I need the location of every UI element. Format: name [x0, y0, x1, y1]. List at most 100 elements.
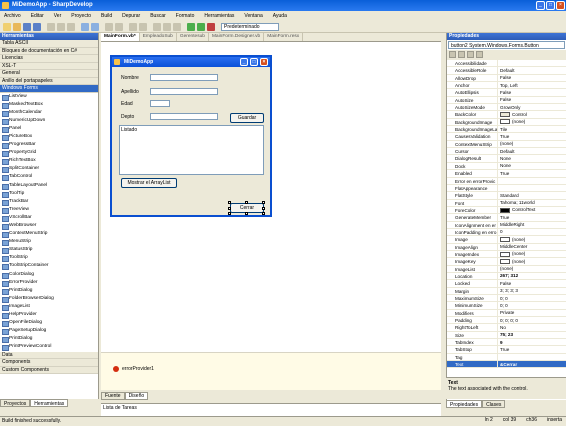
tray-component[interactable]: errorProvider1	[113, 366, 154, 372]
resize-handle[interactable]	[228, 212, 231, 215]
property-value[interactable]	[498, 178, 566, 184]
property-row[interactable]: IconAlignment en er MiddleRight	[447, 221, 566, 229]
property-row[interactable]: Size 75; 23	[447, 331, 566, 340]
tool-item[interactable]: ProgressBar	[0, 141, 98, 150]
property-value[interactable]: &Cerrar	[498, 361, 566, 367]
property-value[interactable]: 0; 0	[498, 302, 566, 308]
tab-gerentesub[interactable]: Gerentesub	[177, 33, 209, 41]
property-value[interactable]: False	[498, 89, 566, 95]
tab-diseno[interactable]: Diseño	[124, 392, 149, 400]
property-value[interactable]: False	[498, 97, 566, 103]
indent-icon[interactable]	[139, 23, 147, 31]
tool-item[interactable]: MenuStrip	[0, 238, 98, 247]
property-row[interactable]: MaximumSize 0; 0	[447, 295, 566, 303]
property-row[interactable]: Cursor Default	[447, 148, 566, 156]
run-icon[interactable]	[197, 23, 205, 31]
textbox-depto[interactable]	[150, 113, 218, 120]
textbox-edad[interactable]	[150, 100, 170, 107]
cut-icon[interactable]	[47, 23, 55, 31]
menu-proyecto[interactable]: Proyecto	[71, 13, 91, 19]
properties-icon[interactable]	[467, 51, 474, 58]
menu-ventana[interactable]: Ventana	[244, 13, 262, 19]
property-value[interactable]: Tile	[498, 126, 566, 132]
tool-category[interactable]: Licencias	[0, 55, 98, 63]
property-row[interactable]: RightToLeft No	[447, 324, 566, 332]
textbox-apellido[interactable]	[150, 88, 218, 95]
property-value[interactable]: True	[498, 170, 566, 176]
configuration-select[interactable]: Predeterminado	[221, 23, 279, 31]
tool-item[interactable]: ColorDialog	[0, 271, 98, 279]
property-value[interactable]: True	[498, 133, 566, 139]
property-row[interactable]: BackgroundImage (none)	[447, 118, 566, 127]
property-row[interactable]: FlatAppearance	[447, 184, 566, 193]
tool-item[interactable]: HelpProvider	[0, 311, 98, 320]
listado-listbox[interactable]: Listado	[119, 125, 264, 175]
build-icon[interactable]	[187, 23, 195, 31]
property-row[interactable]: Modifiers Private	[447, 309, 566, 318]
resize-handle[interactable]	[228, 201, 231, 204]
property-value[interactable]: (none)	[498, 251, 566, 257]
property-row[interactable]: GenerateMember True	[447, 214, 566, 222]
property-row[interactable]: ImageKey (none)	[447, 258, 566, 266]
property-value[interactable]: Default	[498, 67, 566, 73]
property-value[interactable]: GrowOnly	[498, 104, 566, 110]
property-row[interactable]: BackColor Control	[447, 111, 566, 119]
resize-handle[interactable]	[228, 207, 231, 210]
property-row[interactable]: AutoSizeMode GrowOnly	[447, 104, 566, 112]
categorized-icon[interactable]	[449, 51, 456, 58]
tool-category[interactable]: Bloques de documentación en C#	[0, 47, 98, 55]
tool-item[interactable]: VScrollBar	[0, 214, 98, 222]
tool-item[interactable]: PropertyGrid	[0, 149, 98, 158]
tool-item[interactable]: ToolTip	[0, 190, 98, 198]
tab-empleadosub[interactable]: EmpleadoSub	[140, 33, 177, 41]
property-value[interactable]: None	[498, 163, 566, 169]
property-value[interactable]: True	[498, 346, 566, 352]
tool-item[interactable]: ImageList	[0, 303, 98, 312]
resize-handle[interactable]	[245, 212, 248, 215]
tool-item[interactable]: NumericUpDown	[0, 117, 98, 125]
maximize-button[interactable]: □	[546, 1, 555, 10]
property-value[interactable]: MiddleCenter	[498, 244, 566, 250]
tool-category[interactable]: Components	[0, 359, 98, 367]
undo-icon[interactable]	[81, 23, 89, 31]
tool-category[interactable]: Data	[0, 351, 98, 359]
tool-category[interactable]: Anillo del portapapeles	[0, 77, 98, 85]
property-row[interactable]: ForeColor ControlText	[447, 206, 566, 215]
property-value[interactable]: None	[498, 155, 566, 161]
property-value[interactable]: 0; 0; 0; 0	[498, 317, 566, 323]
property-value[interactable]: Private	[498, 310, 566, 316]
find-icon[interactable]	[105, 23, 113, 31]
paste-icon[interactable]	[67, 23, 75, 31]
property-row[interactable]: Locked False	[447, 280, 566, 288]
menu-archivo[interactable]: Archivo	[4, 13, 21, 19]
prev-bookmark-icon[interactable]	[163, 23, 171, 31]
tool-item[interactable]: TabControl	[0, 173, 98, 182]
tab-mainform-designer[interactable]: MainForm.Designer.vb	[209, 33, 265, 41]
resize-handle[interactable]	[262, 212, 265, 215]
tool-item[interactable]: PageSetupDialog	[0, 327, 98, 336]
property-value[interactable]	[498, 354, 566, 360]
property-value[interactable]: No	[498, 324, 566, 330]
property-value[interactable]: False	[498, 75, 566, 81]
property-row[interactable]: AutoEllipsis False	[447, 89, 566, 97]
property-value[interactable]	[498, 60, 566, 66]
tab-clases[interactable]: Clases	[482, 400, 506, 408]
tab-mainform-resx[interactable]: MainForm.resx	[264, 33, 304, 41]
bookmark-icon[interactable]	[153, 23, 161, 31]
resize-handle[interactable]	[262, 201, 265, 204]
property-row[interactable]: Accessibilidade	[447, 60, 566, 68]
property-value[interactable]: (none)	[498, 236, 566, 242]
menu-formato[interactable]: Formato	[176, 13, 195, 19]
tool-item[interactable]: ListView	[0, 93, 98, 101]
tool-category[interactable]: General	[0, 70, 98, 78]
property-row[interactable]: DialogResult None	[447, 155, 566, 163]
new-file-icon[interactable]	[3, 23, 11, 31]
property-value[interactable]: 267; 312	[498, 273, 566, 279]
menu-depurar[interactable]: Depurar	[122, 13, 140, 19]
tool-item[interactable]: TableLayoutPanel	[0, 182, 98, 190]
property-row[interactable]: Anchor Top, Left	[447, 82, 566, 90]
save-icon[interactable]	[23, 23, 31, 31]
property-value[interactable]: MiddleRight	[498, 222, 566, 228]
property-row[interactable]: AutoSize False	[447, 96, 566, 105]
property-row[interactable]: Error en errorProvic	[447, 177, 566, 185]
